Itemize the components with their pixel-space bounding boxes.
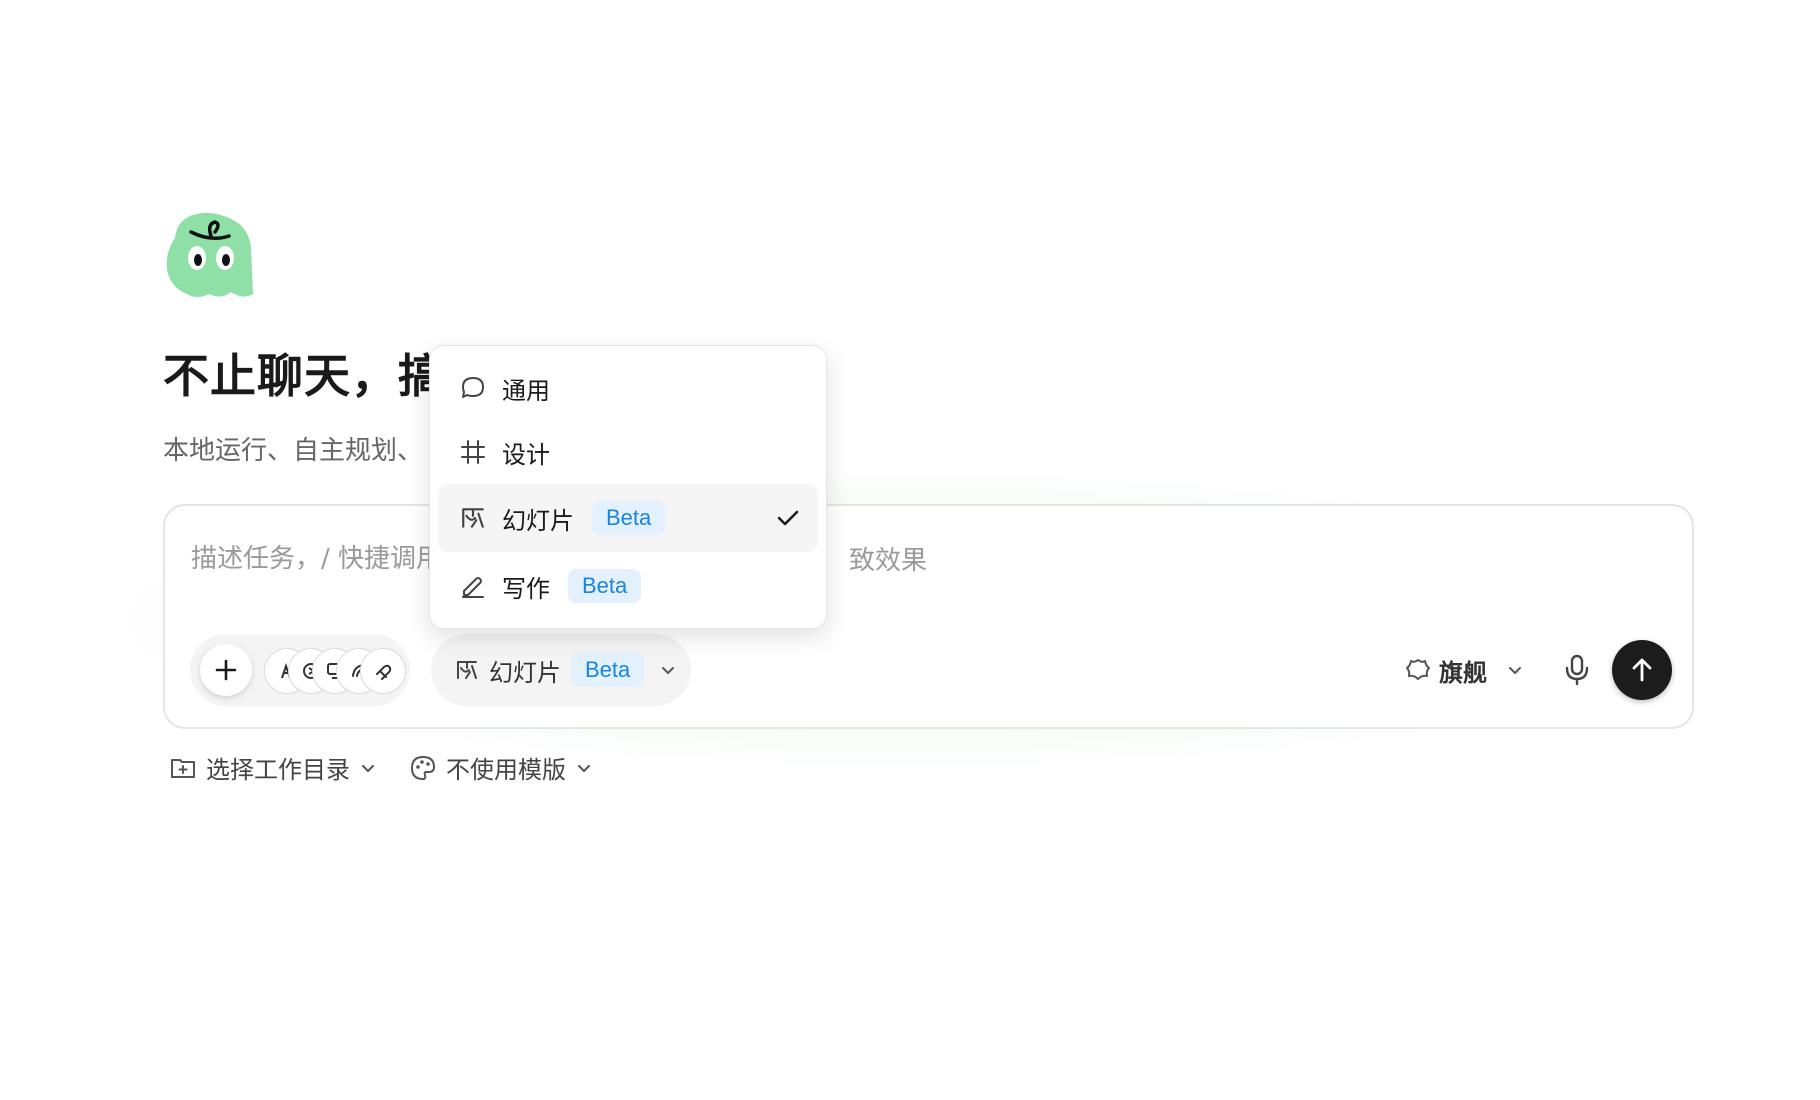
check-icon bbox=[776, 506, 800, 536]
template-selector[interactable]: 不使用模版 bbox=[410, 750, 592, 785]
menu-item-label: 写作 bbox=[502, 574, 550, 603]
chevron-down-icon bbox=[360, 760, 376, 776]
model-icon bbox=[1405, 657, 1431, 683]
app-logo bbox=[163, 208, 257, 302]
composer-options: 选择工作目录 不使用模版 bbox=[170, 750, 592, 785]
chat-bubble-icon bbox=[460, 375, 486, 401]
menu-item-design[interactable]: 设计 bbox=[438, 418, 818, 486]
menu-item-label: 设计 bbox=[502, 440, 550, 469]
beta-badge: Beta bbox=[568, 569, 642, 603]
frame-icon bbox=[460, 439, 486, 465]
beta-badge: Beta bbox=[592, 501, 666, 535]
tools-group bbox=[190, 634, 410, 706]
menu-item-label: 通用 bbox=[502, 376, 550, 405]
prompt-placeholder-tail: 致效果 bbox=[849, 546, 928, 576]
mode-selector-button[interactable]: 幻灯片 Beta bbox=[431, 634, 691, 706]
template-label: 不使用模版 bbox=[446, 756, 566, 784]
microphone-button[interactable] bbox=[1557, 650, 1597, 690]
arrow-up-icon bbox=[1632, 658, 1652, 682]
hero-headline: 不止聊天，搞 bbox=[163, 349, 445, 403]
tool-icon-5[interactable] bbox=[360, 648, 406, 694]
pen-icon bbox=[460, 573, 486, 599]
microphone-icon bbox=[1565, 654, 1589, 686]
slides-icon bbox=[460, 505, 486, 531]
add-button[interactable] bbox=[200, 644, 252, 696]
palette-icon bbox=[410, 755, 436, 781]
menu-item-label: 幻灯片 bbox=[502, 506, 574, 535]
composer: 致效果 幻灯片 Be bbox=[163, 504, 1694, 729]
model-label: 旗舰 bbox=[1439, 658, 1487, 687]
mode-label: 幻灯片 bbox=[489, 658, 561, 687]
folder-add-icon bbox=[170, 756, 196, 780]
workdir-label: 选择工作目录 bbox=[206, 756, 350, 784]
chevron-down-icon bbox=[660, 662, 676, 678]
menu-item-writing[interactable]: 写作 Beta bbox=[438, 552, 818, 620]
hero-subline: 本地运行、自主规划、 bbox=[163, 436, 424, 466]
menu-item-general[interactable]: 通用 bbox=[438, 354, 818, 422]
slides-icon bbox=[455, 658, 479, 682]
page: 不止聊天，搞 本地运行、自主规划、 致效果 bbox=[0, 0, 1820, 1100]
menu-item-slides[interactable]: 幻灯片 Beta bbox=[438, 484, 818, 552]
workdir-selector[interactable]: 选择工作目录 bbox=[170, 750, 376, 785]
send-button[interactable] bbox=[1612, 640, 1672, 700]
mode-beta-badge: Beta bbox=[571, 653, 645, 687]
mode-dropdown-menu: 通用 设计 幻灯片 Beta 写作 Beta bbox=[429, 345, 827, 629]
chevron-down-icon bbox=[576, 760, 592, 776]
model-selector-button[interactable]: 旗舰 bbox=[1405, 650, 1523, 690]
prompt-input[interactable] bbox=[189, 528, 1673, 590]
chevron-down-icon bbox=[1507, 662, 1523, 678]
